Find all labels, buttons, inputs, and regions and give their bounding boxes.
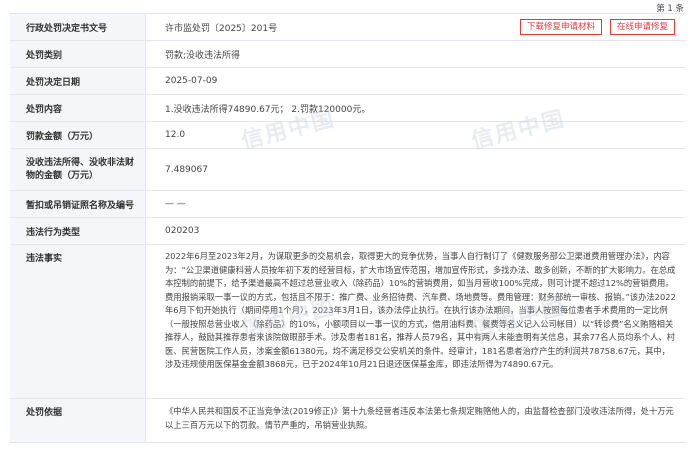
- label-confiscated: 没收违法所得、没收非法财物的金额（万元）: [10, 149, 146, 190]
- label-category: 处罚类别: [10, 41, 146, 67]
- label-violation-type: 违法行为类型: [10, 218, 146, 244]
- label-basis: 处罚依据: [10, 399, 146, 442]
- label-license: 暂扣或吊销证照名称及编号: [10, 191, 146, 217]
- row-license: 暂扣或吊销证照名称及编号 — —: [10, 191, 686, 218]
- label-decision-no: 行政处罚决定书文号: [10, 14, 146, 40]
- label-facts: 违法事实: [10, 245, 146, 398]
- value-date: 2025-07-09: [165, 76, 218, 86]
- decision-no-text: 许市监处罚〔2025〕201号: [165, 23, 278, 34]
- label-date: 处罚决定日期: [10, 68, 146, 94]
- row-violation-type: 违法行为类型 020203: [10, 218, 686, 245]
- value-confiscated: 7.489067: [165, 164, 208, 175]
- row-facts: 违法事实 2022年6月至2023年2月，为谋取更多的交易机会，取得更大的竞争优…: [10, 245, 686, 399]
- repair-button-group: 下载修复申请材料 在线申请修复: [519, 19, 686, 35]
- row-decision-no: 行政处罚决定书文号 许市监处罚〔2025〕201号 下载修复申请材料 在线申请修…: [10, 14, 686, 41]
- value-violation-type: 020203: [165, 226, 200, 236]
- penalty-detail-table: 行政处罚决定书文号 许市监处罚〔2025〕201号 下载修复申请材料 在线申请修…: [10, 13, 686, 443]
- value-fine: 12.0: [165, 130, 186, 140]
- value-facts: 2022年6月至2023年2月，为谋取更多的交易机会，取得更大的竞争优势，当事人…: [165, 251, 676, 369]
- value-basis: 《中华人民共和国反不正当竞争法(2019修正)》第十九条经营者违反本法第七条规定…: [165, 406, 674, 430]
- value-decision-no: 许市监处罚〔2025〕201号 下载修复申请材料 在线申请修复: [146, 14, 686, 40]
- row-basis: 处罚依据 《中华人民共和国反不正当竞争法(2019修正)》第十九条经营者违反本法…: [10, 399, 686, 443]
- value-license: — —: [165, 199, 186, 209]
- row-confiscated: 没收违法所得、没收非法财物的金额（万元） 7.489067: [10, 149, 686, 191]
- label-fine: 罚款金额（万元）: [10, 122, 146, 148]
- value-content: 1.没收违法所得74890.67元； 2.罚款120000元。: [165, 104, 371, 115]
- row-content: 处罚内容 1.没收违法所得74890.67元； 2.罚款120000元。: [10, 95, 686, 122]
- row-category: 处罚类别 罚款;没收违法所得: [10, 41, 686, 68]
- label-content: 处罚内容: [10, 95, 146, 121]
- value-category: 罚款;没收违法所得: [165, 50, 241, 61]
- download-repair-materials-button[interactable]: 下载修复申请材料: [519, 19, 602, 35]
- row-date: 处罚决定日期 2025-07-09: [10, 68, 686, 95]
- row-fine: 罚款金额（万元） 12.0: [10, 122, 686, 149]
- online-repair-apply-button[interactable]: 在线申请修复: [609, 19, 675, 35]
